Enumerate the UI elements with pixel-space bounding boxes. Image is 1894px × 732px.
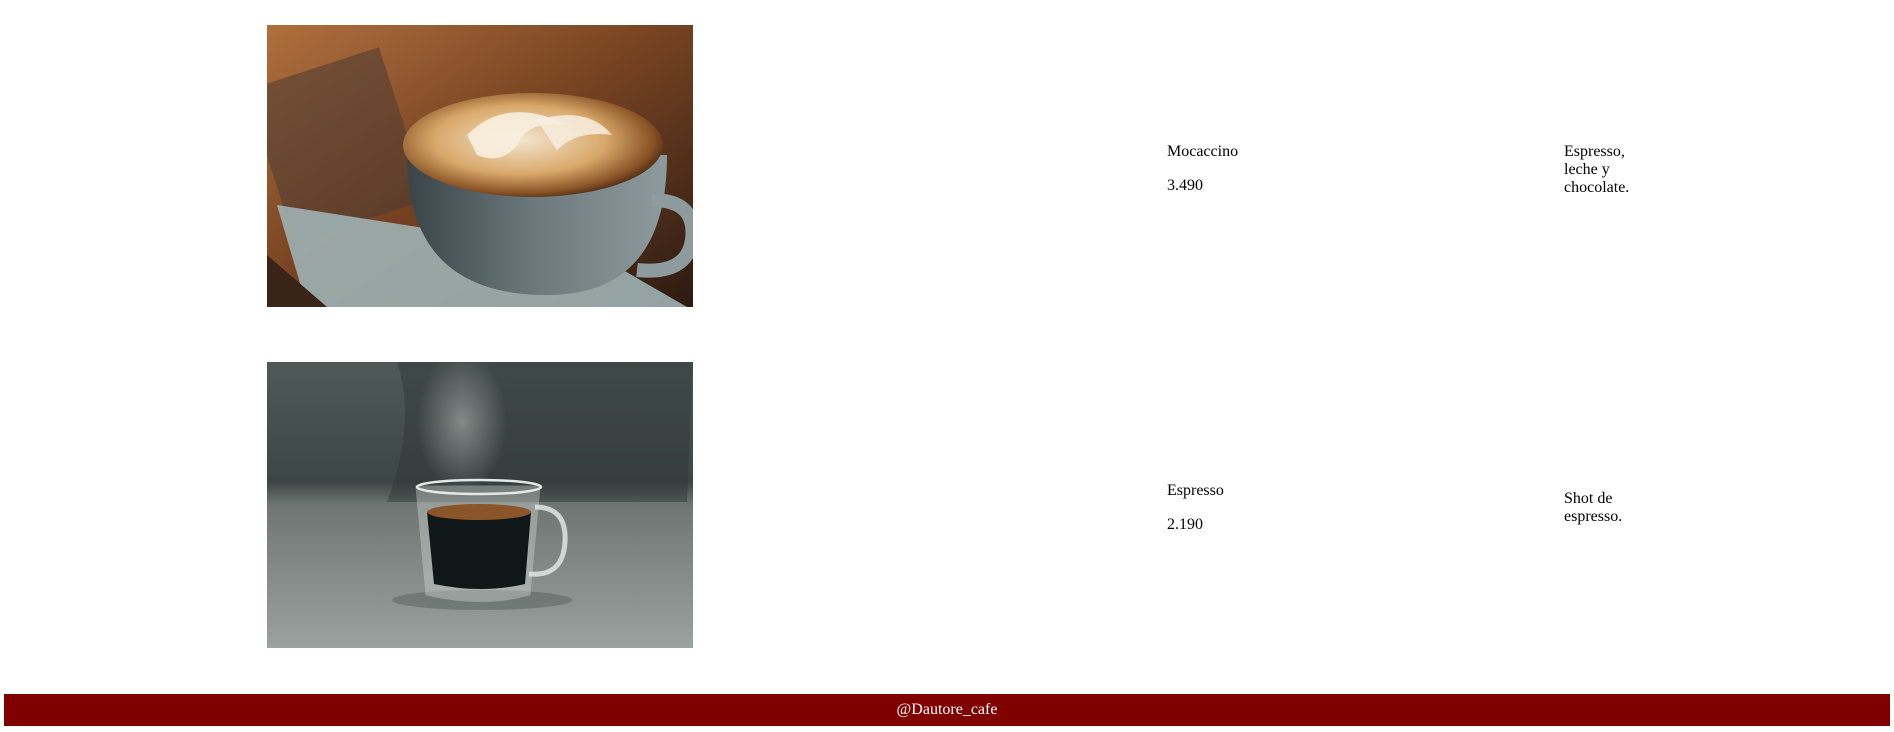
footer-bar: @Dautore_cafe	[4, 694, 1890, 726]
product-row-mocaccino: Mocaccino 3.490 Espresso, leche y chocol…	[0, 25, 1894, 307]
product-row-espresso: Espresso 2.190 Shot de espresso.	[0, 362, 1894, 648]
product-info: Mocaccino 3.490	[1167, 143, 1238, 195]
product-description: Espresso, leche y chocolate.	[1564, 143, 1630, 196]
menu-page: Mocaccino 3.490 Espresso, leche y chocol…	[0, 0, 1894, 732]
latte-art-cup-photo	[267, 25, 693, 307]
product-description: Shot de espresso.	[1564, 490, 1623, 525]
product-name: Espresso	[1167, 482, 1224, 499]
footer-handle[interactable]: @Dautore_cafe	[897, 701, 998, 718]
product-price: 2.190	[1167, 516, 1203, 533]
product-info: Espresso 2.190	[1167, 482, 1224, 534]
espresso-glass-cup-photo	[267, 362, 693, 648]
product-price: 3.490	[1167, 177, 1203, 194]
product-name: Mocaccino	[1167, 143, 1239, 160]
